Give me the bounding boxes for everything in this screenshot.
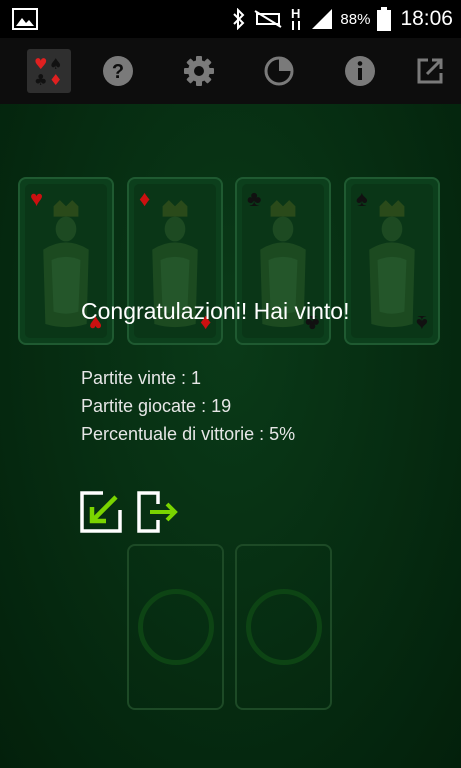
games-won-stat: Partite vinte : 1 xyxy=(81,368,202,388)
help-icon: ? xyxy=(103,56,133,86)
settings-icon xyxy=(184,56,214,86)
settings-button[interactable] xyxy=(177,49,221,93)
games-played-stat: Partite giocate : 19 xyxy=(81,396,232,416)
king-of-spades-card[interactable]: ♠ ♠ xyxy=(344,177,440,345)
svg-text:H: H xyxy=(291,6,300,21)
empty-card-slot[interactable] xyxy=(235,544,332,710)
victory-message: Congratulazioni! Hai vinto! xyxy=(81,298,350,324)
info-button[interactable] xyxy=(338,49,382,93)
empty-slot-ring-icon xyxy=(245,589,322,665)
battery-percent: 88% xyxy=(340,10,371,28)
battery-icon xyxy=(377,7,392,31)
svg-text:?: ? xyxy=(112,61,124,83)
signal-icon xyxy=(312,9,333,29)
svg-text:♣: ♣ xyxy=(34,71,47,89)
empty-slot-ring-icon xyxy=(137,589,214,665)
open-external-button[interactable] xyxy=(408,49,452,93)
info-icon xyxy=(345,56,375,86)
status-bar: H 88% 18:06 xyxy=(0,0,461,38)
exit-icon xyxy=(137,491,178,533)
empty-card-slot[interactable] xyxy=(127,544,224,710)
new-game-button[interactable] xyxy=(79,490,123,534)
games-button[interactable]: ♥ ♠ ♣ ♦ xyxy=(27,49,71,93)
network-h-icon: H xyxy=(291,6,301,30)
mute-icon xyxy=(254,10,282,28)
spades-suit-icon: ♠ xyxy=(416,311,428,336)
toolbar: ♥ ♠ ♣ ♦ ? xyxy=(0,38,461,104)
games-icon: ♥ ♠ ♣ ♦ xyxy=(34,55,62,89)
new-game-icon xyxy=(80,491,122,533)
exit-button[interactable] xyxy=(136,490,180,534)
win-percentage-stat: Percentuale di vittorie : 5% xyxy=(81,424,296,444)
statistics-button[interactable] xyxy=(257,49,301,93)
king-figure-icon xyxy=(369,200,415,328)
svg-text:♦: ♦ xyxy=(49,71,62,89)
open-external-icon xyxy=(417,58,443,84)
statistics-icon xyxy=(264,56,294,86)
clock: 18:06 xyxy=(400,7,453,30)
bluetooth-icon xyxy=(233,8,245,30)
gallery-icon xyxy=(12,8,38,30)
game-area: ♥ ♥ ♦ ♦ ♣ ♣ ♠ ♠ Congratulazioni! Hai vin… xyxy=(0,104,461,768)
help-button[interactable]: ? xyxy=(96,49,140,93)
